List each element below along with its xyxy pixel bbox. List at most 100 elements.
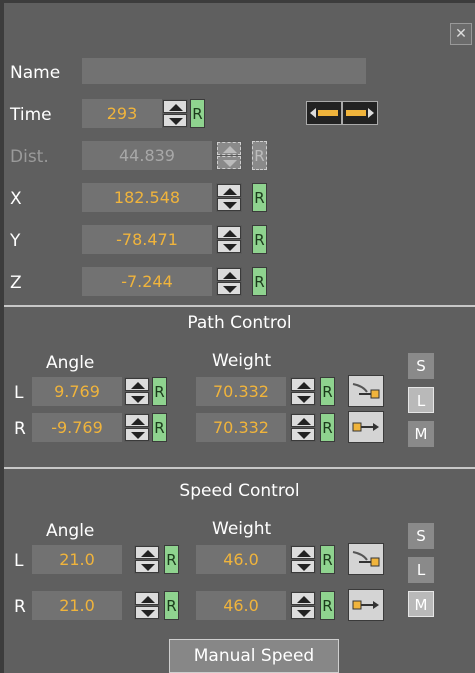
path-weight-header: Weight <box>212 351 272 371</box>
speed-right-label: R <box>14 597 26 617</box>
tangent-right-icon <box>352 422 379 432</box>
dist-stepper <box>216 141 242 170</box>
path-right-handle-button[interactable] <box>348 411 384 443</box>
path-right-label: R <box>14 419 26 439</box>
speed-control-title: Speed Control <box>179 481 300 501</box>
speed-angle-header: Angle <box>46 521 95 541</box>
z-stepper[interactable] <box>216 267 242 296</box>
arrow-up-icon[interactable] <box>125 414 149 427</box>
time-reset-button[interactable]: R <box>190 99 205 128</box>
close-icon[interactable]: ✕ <box>455 26 467 42</box>
path-left-handle-button[interactable] <box>348 375 384 407</box>
path-mode-m-button[interactable]: M <box>408 421 434 447</box>
speed-left-angle-field[interactable]: 21.0 <box>32 545 122 574</box>
y-stepper[interactable] <box>216 225 242 254</box>
path-right-weight-field[interactable]: 70.332 <box>196 413 286 442</box>
speed-left-weight-stepper[interactable] <box>290 545 316 574</box>
arrow-down-icon[interactable] <box>217 240 241 253</box>
y-label: Y <box>10 231 21 251</box>
arrow-up-icon <box>217 142 241 155</box>
speed-mode-m-button[interactable]: M <box>408 591 434 617</box>
name-field[interactable] <box>82 58 366 84</box>
path-angle-header: Angle <box>46 353 95 373</box>
speed-left-angle-reset-button[interactable]: R <box>164 545 179 574</box>
time-field[interactable]: 293 <box>82 99 162 128</box>
arrow-up-icon[interactable] <box>291 378 315 391</box>
y-field[interactable]: -78.471 <box>82 225 212 254</box>
x-reset-button[interactable]: R <box>252 183 267 212</box>
close-button[interactable]: ✕ <box>450 23 472 45</box>
path-left-angle-stepper[interactable] <box>124 377 150 406</box>
arrow-up-icon[interactable] <box>291 414 315 427</box>
arrow-up-icon[interactable] <box>135 546 159 559</box>
arrow-down-icon[interactable] <box>135 606 159 619</box>
speed-left-weight-reset-button[interactable]: R <box>320 545 335 574</box>
arrow-down-icon[interactable] <box>291 392 315 405</box>
speed-right-angle-field[interactable]: 21.0 <box>32 591 122 620</box>
arrow-down-icon[interactable] <box>125 392 149 405</box>
arrow-down-icon[interactable] <box>125 428 149 441</box>
arrow-down-icon[interactable] <box>291 606 315 619</box>
arrow-up-icon[interactable] <box>217 184 241 197</box>
dist-field: 44.839 <box>82 141 212 170</box>
next-key-icon <box>346 108 374 118</box>
path-right-angle-field[interactable]: -9.769 <box>32 413 122 442</box>
arrow-down-icon[interactable] <box>217 282 241 295</box>
path-left-weight-stepper[interactable] <box>290 377 316 406</box>
x-label: X <box>10 189 22 209</box>
speed-left-angle-stepper[interactable] <box>134 545 160 574</box>
speed-right-weight-stepper[interactable] <box>290 591 316 620</box>
y-reset-button[interactable]: R <box>252 225 267 254</box>
path-left-weight-field[interactable]: 70.332 <box>196 377 286 406</box>
speed-right-weight-reset-button[interactable]: R <box>320 591 335 620</box>
arrow-up-icon[interactable] <box>217 226 241 239</box>
arrow-down-icon[interactable] <box>135 560 159 573</box>
arrow-down-icon[interactable] <box>163 114 187 127</box>
speed-mode-s-button[interactable]: S <box>408 523 434 549</box>
tangent-left-icon <box>352 383 380 399</box>
z-reset-button[interactable]: R <box>252 267 267 296</box>
manual-speed-button[interactable]: Manual Speed <box>169 639 339 673</box>
path-right-weight-stepper[interactable] <box>290 413 316 442</box>
z-field[interactable]: -7.244 <box>82 267 212 296</box>
path-mode-l-button[interactable]: L <box>408 387 434 413</box>
speed-weight-header: Weight <box>212 519 272 539</box>
prev-key-button[interactable] <box>306 101 342 125</box>
speed-right-angle-reset-button[interactable]: R <box>164 591 179 620</box>
speed-right-weight-field[interactable]: 46.0 <box>196 591 286 620</box>
x-stepper[interactable] <box>216 183 242 212</box>
path-left-weight-reset-button[interactable]: R <box>320 377 335 406</box>
arrow-down-icon[interactable] <box>217 198 241 211</box>
tangent-left-icon <box>352 551 380 567</box>
path-mode-s-button[interactable]: S <box>408 353 434 379</box>
tangent-right-icon <box>352 600 379 610</box>
prev-key-icon <box>310 108 338 118</box>
path-right-weight-reset-button[interactable]: R <box>320 413 335 442</box>
arrow-up-icon[interactable] <box>135 592 159 605</box>
speed-right-handle-button[interactable] <box>348 589 384 621</box>
time-stepper[interactable] <box>162 99 188 128</box>
arrow-down-icon <box>217 156 241 169</box>
next-key-button[interactable] <box>342 101 378 125</box>
divider <box>4 305 475 307</box>
path-editor-panel: ✕ Name Time 293 R Dist. 44.839 R X 182.5… <box>0 0 475 673</box>
speed-left-weight-field[interactable]: 46.0 <box>196 545 286 574</box>
path-control-title: Path Control <box>187 313 292 333</box>
path-right-angle-stepper[interactable] <box>124 413 150 442</box>
speed-mode-l-button[interactable]: L <box>408 557 434 583</box>
path-left-label: L <box>14 383 24 403</box>
speed-right-angle-stepper[interactable] <box>134 591 160 620</box>
x-field[interactable]: 182.548 <box>82 183 212 212</box>
path-left-angle-field[interactable]: 9.769 <box>32 377 122 406</box>
arrow-up-icon[interactable] <box>217 268 241 281</box>
arrow-down-icon[interactable] <box>291 428 315 441</box>
arrow-up-icon[interactable] <box>291 592 315 605</box>
arrow-up-icon[interactable] <box>291 546 315 559</box>
speed-left-handle-button[interactable] <box>348 543 384 575</box>
arrow-up-icon[interactable] <box>125 378 149 391</box>
arrow-up-icon[interactable] <box>163 100 187 113</box>
path-right-angle-reset-button[interactable]: R <box>152 413 167 442</box>
dist-reset-button: R <box>252 141 267 170</box>
arrow-down-icon[interactable] <box>291 560 315 573</box>
path-left-angle-reset-button[interactable]: R <box>152 377 167 406</box>
